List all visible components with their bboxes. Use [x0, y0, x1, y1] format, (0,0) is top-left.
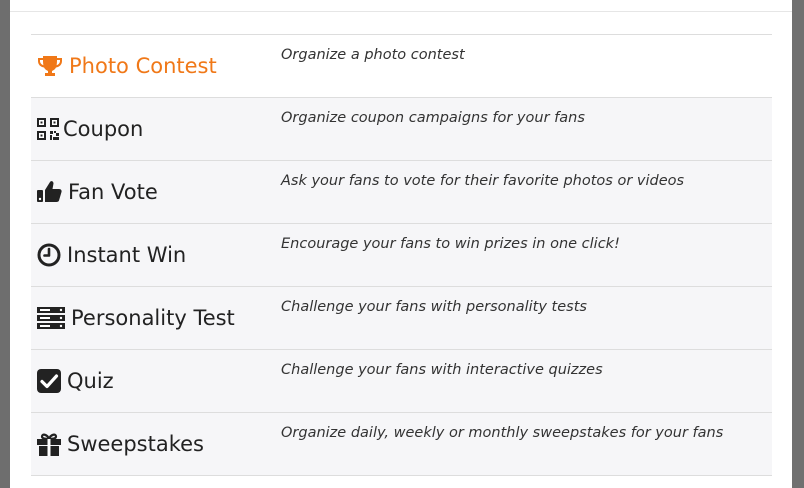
app-title: Personality Test [71, 306, 235, 330]
checkbox-icon [37, 369, 61, 393]
qr-code-icon [37, 118, 59, 140]
trophy-icon [37, 54, 63, 78]
app-link-photo-contest[interactable]: Photo Contest [37, 35, 217, 97]
app-title: Fan Vote [68, 180, 158, 204]
app-description: Organize daily, weekly or monthly sweeps… [281, 425, 724, 441]
clock-icon [37, 243, 61, 267]
app-description: Challenge your fans with interactive qui… [281, 362, 603, 378]
app-description: Encourage your fans to win prizes in one… [281, 236, 620, 252]
app-description: Challenge your fans with personality tes… [281, 299, 587, 315]
right-overlay-edge [792, 0, 804, 488]
app-title: Quiz [67, 369, 114, 393]
app-row-instant-win[interactable]: Instant Win Encourage your fans to win p… [31, 223, 772, 286]
app-link-instant-win[interactable]: Instant Win [37, 224, 186, 286]
app-description: Ask your fans to vote for their favorite… [281, 173, 685, 189]
app-selection-panel: Photo Contest Organize a photo contest C… [10, 0, 792, 488]
app-link-personality-test[interactable]: Personality Test [37, 287, 235, 349]
app-row-sweepstakes[interactable]: Sweepstakes Organize daily, weekly or mo… [31, 412, 772, 476]
app-link-quiz[interactable]: Quiz [37, 350, 114, 412]
app-description: Organize coupon campaigns for your fans [281, 110, 585, 126]
panel-top-divider [10, 11, 792, 12]
app-row-quiz[interactable]: Quiz Challenge your fans with interactiv… [31, 349, 772, 412]
app-row-coupon[interactable]: Coupon Organize coupon campaigns for you… [31, 97, 772, 160]
app-link-coupon[interactable]: Coupon [37, 98, 143, 160]
app-title: Coupon [63, 117, 144, 141]
gift-icon [37, 432, 61, 456]
app-row-photo-contest[interactable]: Photo Contest Organize a photo contest [31, 34, 772, 97]
app-link-fan-vote[interactable]: Fan Vote [37, 161, 158, 223]
app-title: Instant Win [67, 243, 187, 267]
server-icon [37, 307, 65, 329]
thumbs-up-icon [37, 180, 62, 204]
app-title: Sweepstakes [67, 432, 204, 456]
app-description: Organize a photo contest [281, 47, 465, 63]
app-row-personality-test[interactable]: Personality Test Challenge your fans wit… [31, 286, 772, 349]
app-title: Photo Contest [69, 54, 217, 78]
app-row-fan-vote[interactable]: Fan Vote Ask your fans to vote for their… [31, 160, 772, 223]
app-link-sweepstakes[interactable]: Sweepstakes [37, 413, 204, 475]
app-list: Photo Contest Organize a photo contest C… [31, 34, 772, 476]
